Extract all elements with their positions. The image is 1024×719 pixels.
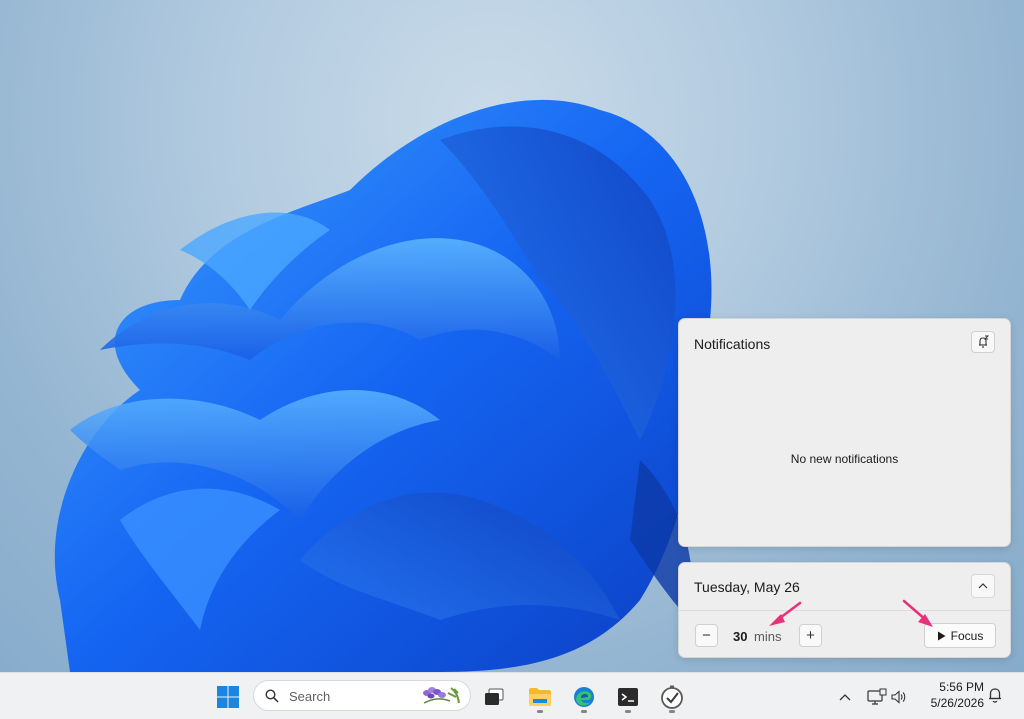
edge-browser-icon <box>574 687 594 707</box>
start-focus-label: Focus <box>950 628 984 643</box>
start-button[interactable] <box>211 680 245 714</box>
focus-duration-value: 30 <box>733 629 748 644</box>
folder-icon <box>529 688 551 706</box>
network-icon <box>867 688 887 705</box>
windows-logo-icon <box>217 686 239 708</box>
focus-decrease-button[interactable]: − <box>695 624 718 647</box>
notification-center-button[interactable] <box>987 686 1003 709</box>
bell-icon <box>989 688 1001 703</box>
notifications-title: Notifications <box>694 336 771 352</box>
terminal-icon <box>618 688 638 706</box>
task-view-button[interactable] <box>477 680 511 714</box>
chevron-up-icon <box>839 693 851 700</box>
calendar-panel: Tuesday, May 26 − 30 mins + Focus <box>678 562 1011 658</box>
calendar-collapse-button[interactable] <box>971 574 995 598</box>
taskbar <box>0 672 1024 719</box>
clock-app-button[interactable] <box>655 680 689 714</box>
tray-overflow-button[interactable] <box>832 680 858 714</box>
search-icon <box>265 689 279 703</box>
taskbar-clock[interactable]: 5:56 PM 5/26/2026 <box>918 679 984 713</box>
task-view-icon <box>485 688 504 705</box>
clock-check-icon <box>661 685 683 709</box>
running-indicator <box>669 710 675 713</box>
running-indicator <box>537 710 543 713</box>
bell-snooze-icon <box>979 335 990 348</box>
running-indicator <box>625 710 631 713</box>
annotation-arrow-focus <box>902 599 933 627</box>
calendar-date[interactable]: Tuesday, May 26 <box>694 579 800 595</box>
play-icon <box>937 631 946 640</box>
speaker-icon <box>891 690 906 704</box>
network-volume-button[interactable] <box>862 680 912 714</box>
no-notifications-message: No new notifications <box>790 452 899 466</box>
clock-time: 5:56 PM <box>939 680 984 694</box>
terminal-button[interactable] <box>611 680 645 714</box>
file-explorer-button[interactable] <box>523 680 557 714</box>
taskbar-search-box[interactable]: Search <box>253 680 471 711</box>
search-highlight-lavender-icon <box>423 687 460 704</box>
divider <box>679 610 1010 611</box>
running-indicator <box>581 710 587 713</box>
edge-browser-button[interactable] <box>567 680 601 714</box>
notifications-panel: Notifications No new notifications <box>678 318 1011 547</box>
chevron-up-icon <box>978 583 988 589</box>
do-not-disturb-button[interactable] <box>971 331 995 353</box>
clock-date: 5/26/2026 <box>930 696 984 710</box>
search-placeholder: Search <box>289 689 331 704</box>
annotation-arrow-duration <box>769 601 802 626</box>
